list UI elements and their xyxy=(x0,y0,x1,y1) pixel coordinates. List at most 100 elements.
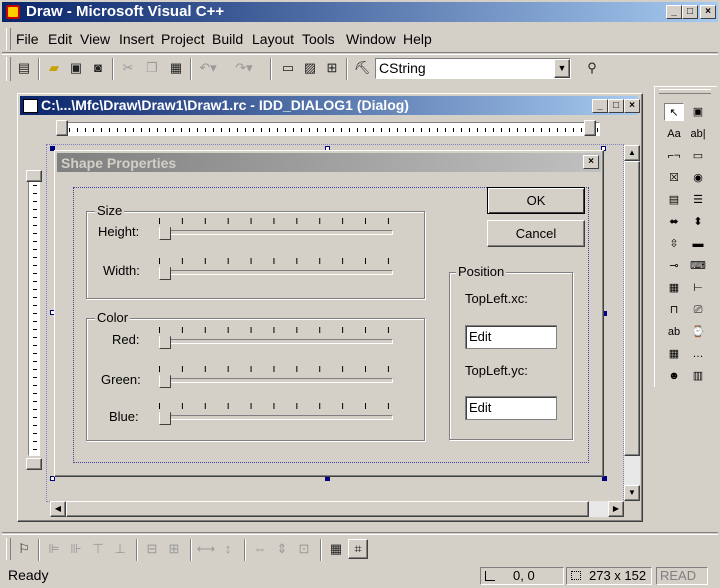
editor-close-button[interactable]: × xyxy=(624,99,640,113)
horizontal-scroll-thumb[interactable] xyxy=(66,501,589,517)
horizontal-scrollbar[interactable]: ◀ ▶ xyxy=(50,501,624,517)
ok-button[interactable]: OK xyxy=(487,187,585,214)
scroll-up-icon[interactable]: ▲ xyxy=(624,145,640,161)
control-extended-combo-icon[interactable]: ▥ xyxy=(688,367,708,385)
red-slider[interactable] xyxy=(159,327,393,349)
size-grip[interactable] xyxy=(624,501,640,517)
find-icon[interactable]: ⚲ xyxy=(582,58,602,78)
vertical-scroll-thumb[interactable] xyxy=(624,161,640,456)
dialog-title-bar[interactable]: Shape Properties × xyxy=(57,153,601,172)
editor-minimize-button[interactable]: _ xyxy=(592,99,608,113)
scroll-right-icon[interactable]: ▶ xyxy=(608,501,624,517)
toggle-grid-icon[interactable]: ▦ xyxy=(326,539,346,559)
scroll-down-icon[interactable]: ▼ xyxy=(624,485,640,501)
control-date-time-icon[interactable]: ⌚ xyxy=(688,323,708,341)
ruler-left-marker[interactable] xyxy=(56,120,68,136)
undo-icon[interactable]: ↶▾ xyxy=(198,58,218,78)
space-down-icon[interactable]: ↕ xyxy=(218,539,238,559)
toggle-guides-icon[interactable]: ⌗ xyxy=(348,539,368,559)
menu-edit[interactable]: Edit xyxy=(48,31,72,47)
control-custom-control-icon[interactable]: ☻ xyxy=(664,367,684,385)
ruler-right-marker[interactable] xyxy=(584,120,596,136)
redo-icon[interactable]: ↷▾ xyxy=(234,58,254,78)
control-hot-key-icon[interactable]: ⌨ xyxy=(688,257,708,275)
control-combo-box-icon[interactable]: ▤ xyxy=(664,191,684,209)
control-tab-control-icon[interactable]: ⊓ xyxy=(664,301,684,319)
chevron-down-icon[interactable]: ▼ xyxy=(554,59,570,78)
menu-tools[interactable]: Tools xyxy=(302,31,335,47)
vertical-scrollbar[interactable]: ▲ ▼ xyxy=(624,145,640,501)
ruler-top-marker[interactable] xyxy=(26,170,42,182)
workspace-window-icon[interactable]: ▭ xyxy=(278,58,298,78)
save-all-icon[interactable]: ◙ xyxy=(88,58,108,78)
menu-insert[interactable]: Insert xyxy=(119,31,154,47)
editor-maximize-button[interactable]: □ xyxy=(608,99,624,113)
find-combo[interactable]: CString ▼ xyxy=(375,58,571,79)
output-window-icon[interactable]: ▨ xyxy=(300,58,320,78)
app-title-bar[interactable]: Draw - Microsoft Visual C++ _ □ × xyxy=(2,2,718,22)
space-across-icon[interactable]: ⟷ xyxy=(196,539,216,559)
control-tree-control-icon[interactable]: ⊢ xyxy=(688,279,708,297)
center-vertical-icon[interactable]: ⊟ xyxy=(142,539,162,559)
control-list-control-icon[interactable]: ▦ xyxy=(664,279,684,297)
window-list-icon[interactable]: ⊞ xyxy=(322,58,342,78)
control-rich-edit-icon[interactable]: ab xyxy=(664,323,684,341)
control-list-box-icon[interactable]: ☰ xyxy=(688,191,708,209)
align-top-icon[interactable]: ⊤ xyxy=(88,539,108,559)
menu-help[interactable]: Help xyxy=(403,31,432,47)
control-v-scrollbar-icon[interactable]: ⬍ xyxy=(688,213,708,231)
open-folder-icon[interactable]: ▰ xyxy=(44,58,64,78)
control-button-icon[interactable]: ▭ xyxy=(688,147,708,165)
test-dialog-icon[interactable]: ⚐ xyxy=(14,539,34,559)
menu-build[interactable]: Build xyxy=(212,31,243,47)
cancel-button[interactable]: Cancel xyxy=(487,220,585,247)
menu-window[interactable]: Window xyxy=(346,31,396,47)
topleft-yc-edit[interactable]: Edit xyxy=(465,396,557,420)
menu-view[interactable]: View xyxy=(80,31,110,47)
width-slider[interactable] xyxy=(159,258,393,280)
same-height-icon[interactable]: ⇕ xyxy=(272,539,292,559)
control-static-text-icon[interactable]: Aa xyxy=(664,125,684,143)
red-slider-thumb[interactable] xyxy=(159,332,171,349)
control-progress-icon[interactable]: ▬ xyxy=(688,235,708,253)
topleft-xc-edit[interactable]: Edit xyxy=(465,325,557,349)
cut-icon[interactable]: ✂ xyxy=(118,58,138,78)
control-h-scrollbar-icon[interactable]: ⬌ xyxy=(664,213,684,231)
control-month-calendar-icon[interactable]: ▦ xyxy=(664,345,684,363)
minimize-button[interactable]: _ xyxy=(666,5,682,19)
same-width-icon[interactable]: ⇔ xyxy=(250,539,270,559)
align-bottom-icon[interactable]: ⊥ xyxy=(110,539,130,559)
maximize-button[interactable]: □ xyxy=(682,5,698,19)
shape-properties-dialog[interactable]: Shape Properties × OK Cancel Size Height… xyxy=(54,150,604,477)
find-in-files-icon[interactable]: ⛏ xyxy=(352,58,372,78)
control-slider-icon[interactable]: ⊸ xyxy=(664,257,684,275)
blue-slider-thumb[interactable] xyxy=(159,408,171,425)
control-radio-button-icon[interactable]: ◉ xyxy=(688,169,708,187)
align-left-icon[interactable]: ⊫ xyxy=(44,539,64,559)
control-group-box-icon[interactable]: ⌐¬ xyxy=(664,147,684,165)
save-icon[interactable]: ▣ xyxy=(66,58,86,78)
close-button[interactable]: × xyxy=(700,5,716,19)
green-slider[interactable] xyxy=(159,366,393,388)
width-slider-thumb[interactable] xyxy=(159,263,171,280)
control-edit-box-icon[interactable]: ab| xyxy=(688,125,708,143)
control-picture-icon[interactable]: ▣ xyxy=(688,103,708,121)
control-ip-address-icon[interactable]: … xyxy=(688,345,708,363)
dialog-close-button[interactable]: × xyxy=(583,155,599,169)
menu-project[interactable]: Project xyxy=(161,31,205,47)
copy-icon[interactable]: ❐ xyxy=(142,58,162,78)
height-slider[interactable] xyxy=(159,218,393,240)
scroll-left-icon[interactable]: ◀ xyxy=(50,501,66,517)
same-size-icon[interactable]: ⊡ xyxy=(294,539,314,559)
paste-icon[interactable]: ▦ xyxy=(166,58,186,78)
workspace-icon[interactable]: ▤ xyxy=(14,58,34,78)
blue-slider[interactable] xyxy=(159,403,393,425)
center-horizontal-icon[interactable]: ⊞ xyxy=(164,539,184,559)
menu-file[interactable]: File xyxy=(16,31,39,47)
green-slider-thumb[interactable] xyxy=(159,371,171,388)
control-animate-icon[interactable]: ⎚ xyxy=(688,301,708,319)
menu-layout[interactable]: Layout xyxy=(252,31,294,47)
control-check-box-icon[interactable]: ☒ xyxy=(664,169,684,187)
control-pointer-icon[interactable]: ↖ xyxy=(664,103,684,121)
control-spin-icon[interactable]: ⇳ xyxy=(664,235,684,253)
